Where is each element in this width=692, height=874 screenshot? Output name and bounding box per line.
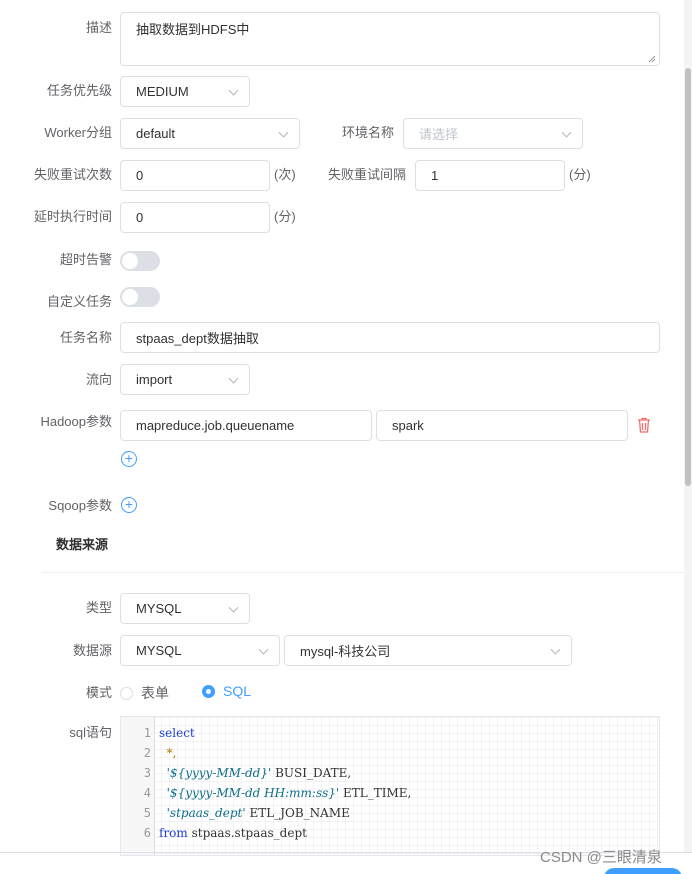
hadoop-param-value-input[interactable]: spark [376, 410, 628, 441]
chevron-down-icon [278, 127, 289, 138]
line-number: 1 [143, 726, 151, 740]
type-select[interactable]: MYSQL [120, 593, 250, 624]
mode-option-form-label: 表单 [141, 685, 169, 701]
data-source-section-title: 数据来源 [56, 537, 109, 552]
worker-group-value: default [136, 126, 176, 141]
environment-select[interactable]: 请选择 [403, 118, 583, 149]
flow-direction-label: 流向 [85, 372, 112, 387]
hadoop-param-key-input[interactable]: mapreduce.job.queuename [120, 410, 372, 441]
line-number: 5 [143, 806, 151, 820]
radio-dot [202, 684, 215, 698]
priority-value: MEDIUM [136, 84, 189, 99]
priority-select[interactable]: MEDIUM [120, 76, 250, 107]
chevron-down-icon [561, 127, 572, 138]
chevron-down-icon [258, 644, 269, 655]
retry-interval-label: 失败重试间隔 [327, 167, 406, 182]
type-value: MYSQL [136, 601, 182, 616]
line-number: 4 [143, 786, 151, 800]
retry-times-label: 失败重试次数 [33, 167, 112, 182]
mode-radio-form[interactable]: 表单 [120, 683, 169, 703]
datasource-name-select[interactable]: mysql-科技公司 [284, 635, 572, 666]
hadoop-param-key-value: mapreduce.job.queuename [136, 418, 295, 433]
retry-interval-unit: (分) [569, 167, 591, 182]
confirm-button[interactable] [604, 868, 682, 874]
timeout-alarm-switch[interactable] [120, 251, 160, 271]
timeout-alarm-label: 超时告警 [59, 252, 112, 267]
environment-label: 环境名称 [341, 125, 394, 140]
resize-grip-icon[interactable] [648, 55, 656, 63]
custom-task-label: 自定义任务 [46, 294, 112, 309]
environment-placeholder: 请选择 [419, 127, 459, 142]
description-textarea[interactable]: 抽取数据到HDFS中 [120, 12, 660, 66]
description-label: 描述 [85, 20, 112, 35]
custom-task-switch[interactable] [120, 287, 160, 307]
code-line: from stpaas.stpaas_dept [159, 826, 307, 840]
mode-radio-sql[interactable]: SQL [202, 683, 251, 699]
retry-times-value: 0 [136, 168, 144, 183]
datasource-label: 数据源 [72, 643, 112, 658]
code-line: '${yyyy-MM-dd}' BUSI_DATE, [159, 766, 352, 780]
retry-times-input[interactable]: 0 [120, 160, 270, 191]
add-hadoop-param-icon[interactable]: + [121, 451, 137, 467]
add-sqoop-param-icon[interactable]: + [121, 497, 137, 513]
priority-label: 任务优先级 [46, 83, 112, 98]
code-line: select [159, 726, 195, 740]
datasource-type-select[interactable]: MYSQL [120, 635, 280, 666]
chevron-down-icon [228, 85, 239, 96]
chevron-down-icon [550, 644, 561, 655]
code-line: 'stpaas_dept' ETL_JOB_NAME [159, 806, 350, 820]
hadoop-param-value-value: spark [392, 418, 424, 433]
worker-group-select[interactable]: default [120, 118, 300, 149]
watermark: CSDN @三眼清泉 [540, 849, 662, 866]
radio-dot [120, 686, 133, 700]
sql-label: sql语句 [69, 725, 112, 740]
line-number: 2 [143, 746, 151, 760]
worker-group-label: Worker分组 [44, 125, 112, 140]
line-number: 3 [143, 766, 151, 780]
line-number: 6 [143, 826, 151, 840]
mode-label: 模式 [85, 685, 112, 700]
datasource-type-value: MYSQL [136, 643, 182, 658]
trash-icon[interactable] [637, 417, 651, 433]
retry-interval-value: 1 [431, 168, 439, 183]
code-line: *, [159, 746, 177, 760]
section-divider [42, 572, 684, 573]
code-line: '${yyyy-MM-dd HH:mm:ss}' ETL_TIME, [159, 786, 412, 800]
hadoop-params-label: Hadoop参数 [40, 414, 112, 429]
task-name-label: 任务名称 [59, 330, 112, 345]
sql-editor[interactable]: 1 2 3 4 5 6 select *, '${yyyy-MM-dd}' BU… [120, 716, 660, 856]
flow-direction-select[interactable]: import [120, 364, 250, 395]
vertical-scrollbar[interactable] [684, 0, 692, 852]
type-label: 类型 [85, 600, 112, 615]
datasource-name-value: mysql-科技公司 [300, 644, 391, 659]
delay-time-value: 0 [136, 210, 144, 225]
delay-time-unit: (分) [274, 209, 296, 224]
task-name-input[interactable]: stpaas_dept数据抽取 [120, 322, 660, 353]
flow-direction-value: import [136, 372, 173, 387]
delay-time-input[interactable]: 0 [120, 202, 270, 233]
retry-interval-input[interactable]: 1 [415, 160, 565, 191]
chevron-down-icon [228, 602, 239, 613]
delay-time-label: 延时执行时间 [33, 209, 112, 224]
scrollbar-thumb[interactable] [685, 68, 691, 486]
chevron-down-icon [228, 373, 239, 384]
task-name-value: stpaas_dept数据抽取 [136, 331, 259, 346]
sqoop-params-label: Sqoop参数 [48, 498, 112, 513]
mode-option-sql-label: SQL [223, 683, 252, 699]
retry-times-unit: (次) [274, 167, 296, 182]
